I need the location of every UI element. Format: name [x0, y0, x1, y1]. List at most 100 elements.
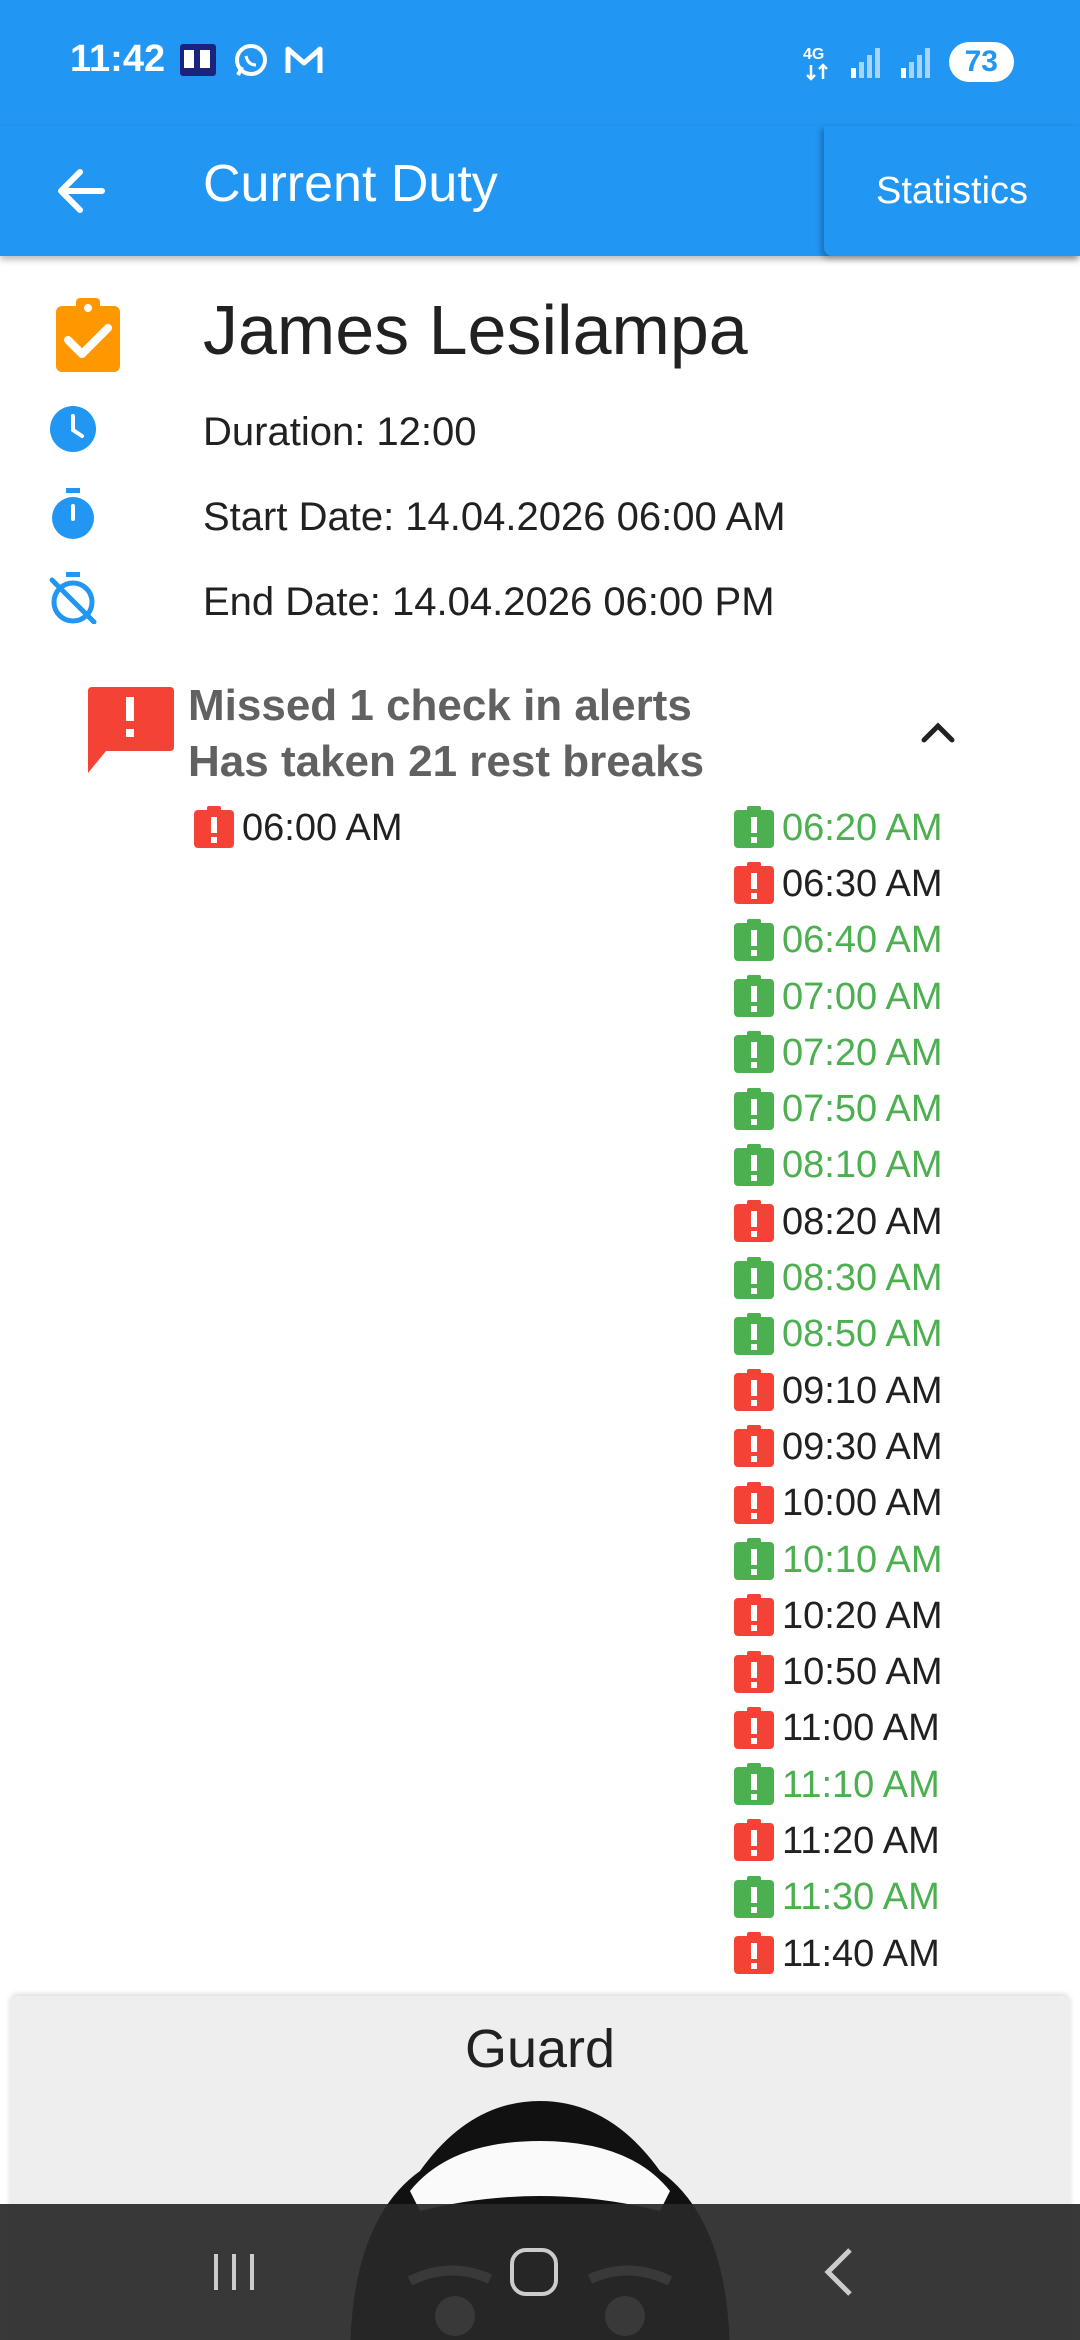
check-in-list: 06:00 AM — [192, 800, 403, 856]
timer-icon — [52, 488, 94, 539]
duration-text: Duration: 12:00 — [203, 410, 477, 454]
rest-ok-icon — [734, 1031, 774, 1074]
rest-break-entry: 10:10 AM — [732, 1532, 943, 1588]
alert-missed-icon — [734, 862, 774, 905]
alert-missed-icon — [734, 1650, 774, 1693]
rest-break-entry-time: 10:10 AM — [782, 1538, 943, 1581]
rest-break-entry-time: 11:00 AM — [782, 1707, 940, 1750]
rest-break-entry-time: 08:10 AM — [782, 1144, 943, 1187]
alert-missed-icon — [734, 1425, 774, 1468]
rest-break-entry-time: 08:20 AM — [782, 1200, 943, 1243]
rest-break-list: 06:20 AM 06:30 AM 06:40 AM 07:00 AM 07:20 AM… — [732, 800, 943, 1982]
rest-break-entry-time: 11:30 AM — [782, 1876, 940, 1919]
statistics-button[interactable]: Statistics — [824, 126, 1080, 256]
notification-icons — [178, 40, 324, 80]
app-bar: Current Duty Statistics — [0, 126, 1080, 256]
missed-alerts-label: Missed 1 check in alerts — [188, 681, 692, 730]
battery-indicator: 73 — [948, 42, 1014, 82]
rest-break-entry: 08:20 AM — [732, 1194, 943, 1250]
rest-break-entry-time: 07:50 AM — [782, 1088, 943, 1131]
timer-off-icon — [49, 572, 97, 624]
start-date-text: Start Date: 14.04.2026 06:00 AM — [203, 495, 786, 539]
rest-break-entry-time: 07:00 AM — [782, 975, 943, 1018]
feedback-alert-icon — [88, 687, 174, 773]
rest-ok-icon — [734, 1087, 774, 1130]
rest-ok-icon — [734, 1875, 774, 1918]
rest-ok-icon — [734, 1256, 774, 1299]
alert-missed-icon — [734, 1369, 774, 1412]
rest-break-entry: 07:50 AM — [732, 1081, 943, 1137]
rest-break-entry-time: 07:20 AM — [782, 1031, 943, 1074]
rest-break-entry-time: 06:20 AM — [782, 806, 943, 849]
rest-break-entry: 11:00 AM — [732, 1701, 943, 1757]
rest-break-entry-time: 09:10 AM — [782, 1369, 943, 1412]
end-date-text: End Date: 14.04.2026 06:00 PM — [203, 580, 775, 624]
rest-ok-icon — [734, 1763, 774, 1806]
signal-icon-2 — [900, 48, 930, 78]
signal-icon — [850, 48, 880, 78]
rest-break-entry-time: 11:10 AM — [782, 1763, 940, 1806]
assignment-check-icon — [56, 298, 120, 372]
rest-breaks-label: Has taken 21 rest breaks — [188, 737, 705, 786]
rest-break-entry: 10:50 AM — [732, 1644, 943, 1700]
rest-break-entry: 07:00 AM — [732, 969, 943, 1025]
guard-label: Guard — [464, 2019, 616, 2079]
rest-break-entry: 06:30 AM — [732, 856, 943, 912]
rest-break-entry-time: 08:30 AM — [782, 1257, 943, 1300]
rest-break-entry-time: 11:40 AM — [782, 1932, 940, 1975]
back-arrow-icon[interactable] — [48, 156, 118, 226]
rest-break-entry: 06:20 AM — [732, 800, 943, 856]
status-right: 4G 73 — [803, 42, 1014, 82]
mobilis-app-icon — [180, 44, 216, 76]
alert-missed-icon — [734, 1932, 774, 1975]
rest-break-entry: 11:40 AM — [732, 1926, 943, 1982]
rest-break-entry: 09:10 AM — [732, 1363, 943, 1419]
check-in-entry: 06:00 AM — [192, 800, 403, 856]
page-title: Current Duty — [203, 155, 498, 213]
rest-break-entry: 08:30 AM — [732, 1250, 943, 1306]
alert-missed-icon — [734, 1200, 774, 1243]
back-nav-icon[interactable] — [810, 2244, 870, 2300]
alert-missed-icon — [734, 1819, 774, 1862]
rest-ok-icon — [734, 1143, 774, 1186]
guard-name: James Lesilampa — [203, 291, 748, 369]
network-4g-icon: 4G — [803, 46, 828, 81]
rest-break-entry-time: 09:30 AM — [782, 1425, 943, 1468]
whatsapp-icon — [235, 44, 267, 76]
rest-break-entry-time: 10:00 AM — [782, 1482, 943, 1525]
rest-break-entry: 09:30 AM — [732, 1419, 943, 1475]
rest-ok-icon — [734, 806, 774, 849]
rest-ok-icon — [734, 918, 774, 961]
system-navigation-bar — [0, 2204, 1080, 2340]
rest-break-entry: 08:50 AM — [732, 1307, 943, 1363]
rest-break-entry-time: 06:30 AM — [782, 862, 943, 905]
recent-apps-icon[interactable] — [204, 2244, 264, 2300]
rest-break-entry: 11:20 AM — [732, 1813, 943, 1869]
rest-ok-icon — [734, 975, 774, 1018]
rest-break-entry-time: 08:50 AM — [782, 1313, 943, 1356]
rest-break-entry-time: 06:40 AM — [782, 919, 943, 962]
rest-break-entry: 06:40 AM — [732, 913, 943, 969]
svg-text:4G: 4G — [803, 46, 824, 63]
rest-break-entry: 10:00 AM — [732, 1476, 943, 1532]
gmail-icon — [285, 46, 323, 73]
alert-missed-icon — [734, 1594, 774, 1637]
rest-break-entry: 11:10 AM — [732, 1757, 943, 1813]
alert-missed-icon — [194, 806, 234, 849]
rest-ok-icon — [734, 1538, 774, 1580]
alert-missed-icon — [734, 1481, 774, 1524]
chevron-up-icon[interactable] — [916, 710, 960, 754]
clock-icon — [50, 406, 96, 452]
status-bar: 11:42 4G 73 — [0, 0, 1080, 126]
rest-break-entry: 07:20 AM — [732, 1025, 943, 1081]
check-in-entry-time: 06:00 AM — [242, 806, 403, 849]
alert-missed-icon — [734, 1706, 774, 1749]
rest-ok-icon — [734, 1312, 774, 1355]
status-time: 11:42 — [70, 38, 166, 80]
rest-break-entry: 10:20 AM — [732, 1588, 943, 1644]
rest-break-entry-time: 11:20 AM — [782, 1819, 940, 1862]
rest-break-entry: 08:10 AM — [732, 1138, 943, 1194]
home-icon[interactable] — [504, 2244, 564, 2300]
rest-break-entry-time: 10:20 AM — [782, 1594, 943, 1637]
rest-break-entry-time: 10:50 AM — [782, 1651, 943, 1694]
